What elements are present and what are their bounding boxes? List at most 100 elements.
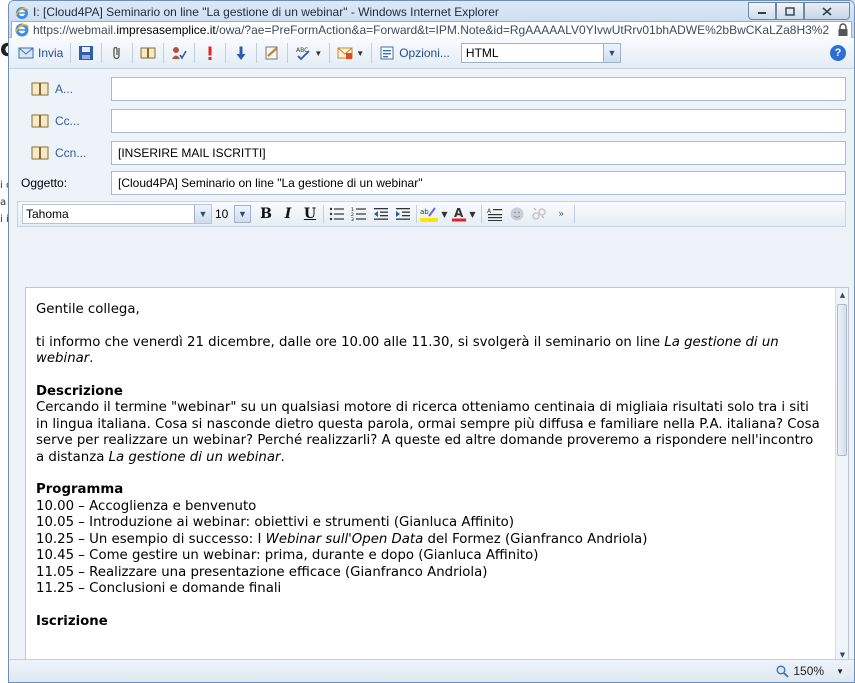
maximize-button[interactable] (776, 2, 804, 20)
underline-button[interactable]: U (299, 203, 321, 225)
bcc-field[interactable]: [INSERIRE MAIL ISCRITTI] (111, 141, 846, 165)
toolbar-separator (371, 43, 373, 63)
toolbar-separator (101, 43, 103, 63)
chevron-down-icon[interactable]: ▼ (194, 205, 211, 223)
vertical-scrollbar[interactable]: ▲ ▼ (835, 288, 848, 660)
options-button[interactable]: Opzioni... (374, 41, 455, 65)
to-field[interactable] (111, 77, 846, 101)
toolbar-separator (416, 205, 417, 223)
minimize-button[interactable] (748, 2, 776, 20)
subject-field[interactable]: [Cloud4PA] Seminario on line "La gestion… (111, 171, 846, 195)
font-select[interactable]: Tahoma ▼ (22, 204, 212, 224)
compose-toolbar: Invia ABC ▼ ▼ Opzioni... HTML ▼ ? (9, 38, 854, 69)
down-arrow-icon (236, 46, 246, 60)
help-icon[interactable]: ? (830, 45, 846, 61)
to-button[interactable]: A... (31, 82, 111, 96)
cc-row: Cc... (9, 105, 854, 137)
font-size-select[interactable]: 10 ▼ (215, 204, 251, 224)
spelling-button[interactable]: ABC ▼ (290, 41, 327, 65)
check-names-icon (172, 47, 188, 60)
save-button[interactable] (73, 41, 99, 65)
chevron-down-icon[interactable]: ▼ (234, 205, 251, 223)
window-controls (748, 2, 850, 20)
toolbar-separator (163, 43, 165, 63)
toolbar-separator (481, 205, 482, 223)
more-options-button[interactable]: » (550, 203, 572, 225)
insert-signature-button[interactable] (259, 41, 285, 65)
toolbar-separator (256, 43, 258, 63)
svg-text:ab: ab (420, 208, 429, 216)
font-color-button[interactable]: A ▼ (449, 203, 479, 225)
send-icon (18, 47, 34, 59)
toolbar-separator (574, 205, 575, 223)
bullet-list-icon (329, 207, 344, 221)
program-item: 10.05 – Introduzione ai webinar: obietti… (36, 515, 515, 530)
cc-field[interactable] (111, 109, 846, 133)
program-item: 10.00 – Accoglienza e benvenuto (36, 498, 257, 514)
formatting-toolbar: Tahoma ▼ 10 ▼ B I U 123 ab ▼ A ▼ A » (17, 201, 846, 227)
message-body-editor[interactable]: Gentile collega, ti informo che venerdì … (25, 287, 849, 661)
close-button[interactable] (804, 2, 850, 20)
address-book-button[interactable] (135, 41, 161, 65)
highlighter-icon: ab (420, 207, 439, 222)
to-label: A... (55, 82, 74, 96)
bullets-button[interactable] (326, 203, 348, 225)
address-bar[interactable]: https://webmail.impresasemplice.it/owa/?… (11, 21, 852, 39)
page-icon (14, 23, 29, 37)
scrollbar-thumb[interactable] (837, 304, 847, 456)
svg-text:3: 3 (351, 217, 354, 221)
bcc-button[interactable]: Ccn... (31, 146, 111, 160)
message-flag-icon (337, 47, 353, 59)
toolbar-separator (329, 43, 331, 63)
bold-button[interactable]: B (255, 203, 277, 225)
greeting: Gentile collega, (36, 302, 140, 317)
toolbar-separator (70, 43, 72, 63)
cc-button[interactable]: Cc... (31, 114, 111, 128)
program-heading: Programma (36, 482, 124, 497)
unlink-icon (532, 207, 546, 220)
spell-check-icon: ABC (296, 47, 310, 61)
address-book-icon (31, 114, 49, 128)
paragraph-format-icon: A (487, 208, 502, 221)
browser-window: I: [Cloud4PA] Seminario on line "La gest… (8, 0, 855, 683)
highlight-button[interactable]: ab ▼ (419, 203, 449, 225)
low-importance-button[interactable] (228, 41, 254, 65)
increase-indent-button[interactable] (392, 203, 414, 225)
zoom-level: 150% (793, 664, 825, 678)
address-book-icon (140, 47, 156, 59)
double-chevron-down-icon: » (557, 208, 565, 220)
scroll-up-icon[interactable]: ▲ (836, 288, 848, 302)
program-item: 10.45 – Come gestire un webinar: prima, … (36, 548, 539, 563)
description-heading: Descrizione (36, 383, 123, 399)
cc-label: Cc... (55, 114, 80, 128)
insert-emoticon-button[interactable] (506, 203, 528, 225)
font-size-value: 10 (215, 207, 229, 221)
send-button[interactable]: Invia (13, 41, 68, 65)
decrease-indent-button[interactable] (370, 203, 392, 225)
zoom-control[interactable]: 150% ▼ (776, 664, 844, 678)
lock-icon[interactable] (837, 23, 849, 37)
title-bar: I: [Cloud4PA] Seminario on line "La gest… (9, 1, 854, 39)
chevron-down-icon[interactable]: ▼ (836, 667, 844, 676)
italic-button[interactable]: I (277, 203, 299, 225)
toolbar-separator (132, 43, 134, 63)
paperclip-icon (113, 46, 121, 60)
attach-button[interactable] (104, 41, 130, 65)
ie-icon (15, 7, 29, 19)
chevron-down-icon[interactable]: ▼ (602, 44, 620, 62)
message-format-select[interactable]: HTML ▼ (460, 43, 621, 63)
chevron-down-icon: ▼ (356, 48, 365, 58)
header-fields: A... Cc... Ccn... [INSERIRE MAIL ISCRITT… (9, 69, 854, 197)
message-format-value: HTML (465, 46, 499, 60)
remove-link-button[interactable] (528, 203, 550, 225)
chevron-down-icon: ▼ (441, 209, 448, 219)
high-importance-button[interactable] (197, 41, 223, 65)
description-paragraph: Cercando il termine "webinar" su un qual… (36, 400, 820, 465)
check-names-button[interactable] (166, 41, 192, 65)
maximize-icon (785, 6, 795, 16)
message-content: Gentile collega, ti informo che venerdì … (26, 288, 834, 630)
numbering-button[interactable]: 123 (348, 203, 370, 225)
message-options-dropdown[interactable]: ▼ (332, 41, 369, 65)
remove-formatting-button[interactable]: A (484, 203, 506, 225)
signature-icon (265, 46, 279, 60)
